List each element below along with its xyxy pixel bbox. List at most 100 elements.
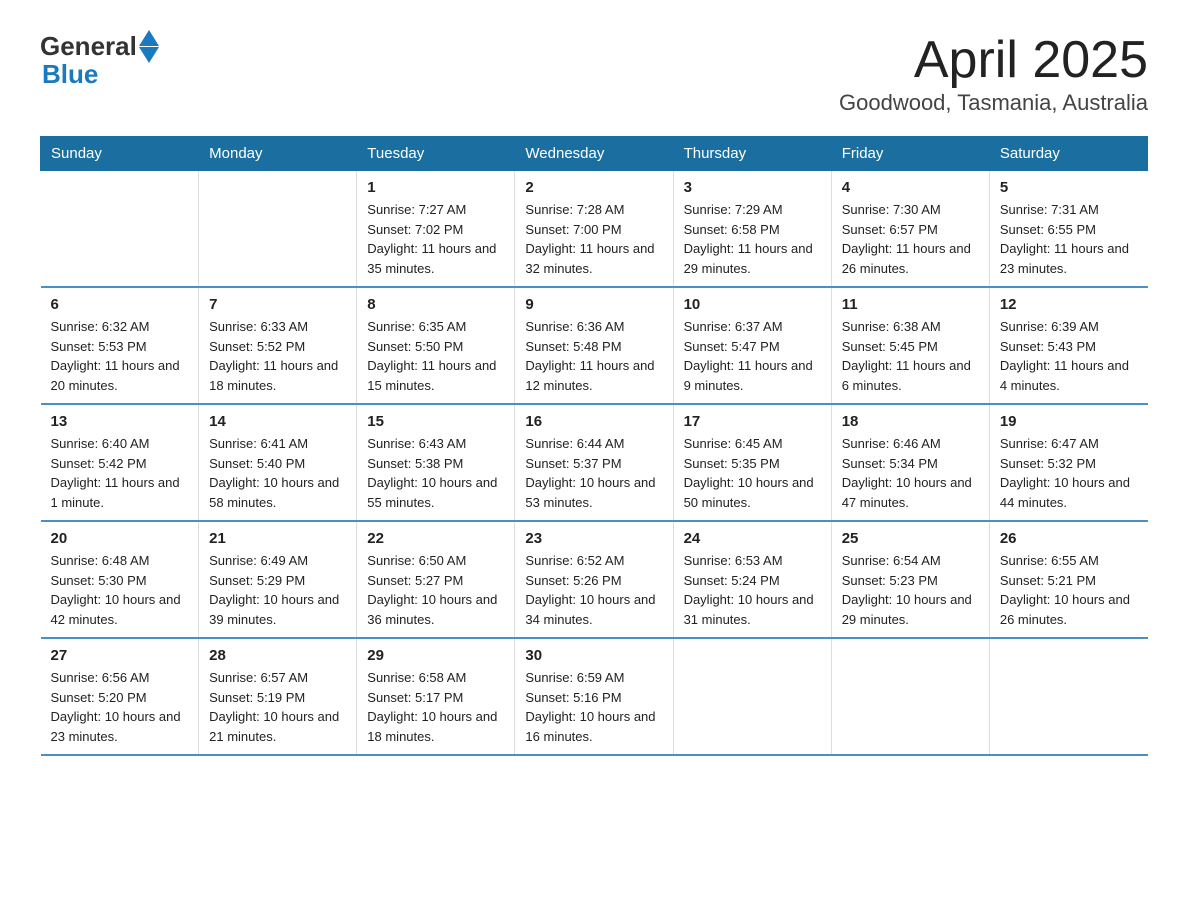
calendar-cell: 21Sunrise: 6:49 AMSunset: 5:29 PMDayligh… [199, 521, 357, 638]
day-number: 24 [684, 530, 821, 547]
calendar-cell [831, 638, 989, 755]
day-number: 18 [842, 413, 979, 430]
calendar-cell: 22 Sunrise: 6:50 AMSunset: 5:27 PMDayligh… [357, 521, 515, 638]
day-info: Sunrise: 6:39 AMSunset: 5:43 PMDaylight:… [1000, 317, 1138, 395]
calendar-cell: 24 Sunrise: 6:53 AMSunset: 5:24 PMDayligh… [673, 521, 831, 638]
day-number: 12 [1000, 296, 1138, 313]
day-info: Sunrise: 6:57 AMSunset: 5:19 PMDaylight:… [209, 668, 346, 746]
title-block: April 2025 Goodwood, Tasmania, Australia [839, 30, 1148, 116]
day-number: 22 [367, 530, 504, 547]
calendar-cell: 30Sunrise: 6:59 AMSunset: 5:16 PMDayligh… [515, 638, 673, 755]
weekday-header: Friday [831, 137, 989, 171]
calendar-cell: 4Sunrise: 7:30 AMSunset: 6:57 PMDaylight… [831, 171, 989, 288]
calendar-cell: 26 Sunrise: 6:55 AMSunset: 5:21 PMDayligh… [989, 521, 1147, 638]
day-info: Sunrise: 6:37 AMSunset: 5:47 PMDaylight:… [684, 317, 821, 395]
day-info: Sunrise: 6:41 AMSunset: 5:40 PMDaylight:… [209, 434, 346, 512]
calendar-cell: 3 Sunrise: 7:29 AMSunset: 6:58 PMDaylight… [673, 171, 831, 288]
day-number: 23 [525, 530, 662, 547]
day-info: Sunrise: 6:50 AMSunset: 5:27 PMDaylight:… [367, 551, 504, 629]
calendar-cell: 23 Sunrise: 6:52 AMSunset: 5:26 PMDayligh… [515, 521, 673, 638]
day-info: Sunrise: 6:56 AMSunset: 5:20 PMDaylight:… [51, 668, 189, 746]
calendar-cell: 12 Sunrise: 6:39 AMSunset: 5:43 PMDayligh… [989, 287, 1147, 404]
day-number: 10 [684, 296, 821, 313]
weekday-header: Tuesday [357, 137, 515, 171]
day-info: Sunrise: 6:43 AMSunset: 5:38 PMDaylight:… [367, 434, 504, 512]
calendar-cell [989, 638, 1147, 755]
calendar-cell: 6 Sunrise: 6:32 AMSunset: 5:53 PMDaylight… [41, 287, 199, 404]
calendar-table: SundayMondayTuesdayWednesdayThursdayFrid… [40, 136, 1148, 756]
calendar-week-row: 20 Sunrise: 6:48 AMSunset: 5:30 PMDayligh… [41, 521, 1148, 638]
day-info: Sunrise: 6:49 AMSunset: 5:29 PMDaylight:… [209, 551, 346, 629]
day-info: Sunrise: 6:47 AMSunset: 5:32 PMDaylight:… [1000, 434, 1138, 512]
day-info: Sunrise: 6:36 AMSunset: 5:48 PMDaylight:… [525, 317, 662, 395]
calendar-cell [673, 638, 831, 755]
day-number: 1 [367, 179, 504, 196]
day-info: Sunrise: 6:58 AMSunset: 5:17 PMDaylight:… [367, 668, 504, 746]
logo-general-text: General [40, 31, 137, 62]
day-info: Sunrise: 6:32 AMSunset: 5:53 PMDaylight:… [51, 317, 189, 395]
day-number: 7 [209, 296, 346, 313]
calendar-cell: 1 Sunrise: 7:27 AMSunset: 7:02 PMDaylight… [357, 171, 515, 288]
calendar-cell: 17 Sunrise: 6:45 AMSunset: 5:35 PMDayligh… [673, 404, 831, 521]
day-info: Sunrise: 6:35 AMSunset: 5:50 PMDaylight:… [367, 317, 504, 395]
day-info: Sunrise: 6:40 AMSunset: 5:42 PMDaylight:… [51, 434, 189, 512]
day-info: Sunrise: 6:45 AMSunset: 5:35 PMDaylight:… [684, 434, 821, 512]
day-info: Sunrise: 7:30 AMSunset: 6:57 PMDaylight:… [842, 200, 979, 278]
day-info: Sunrise: 6:48 AMSunset: 5:30 PMDaylight:… [51, 551, 189, 629]
calendar-cell: 9Sunrise: 6:36 AMSunset: 5:48 PMDaylight… [515, 287, 673, 404]
day-info: Sunrise: 6:46 AMSunset: 5:34 PMDaylight:… [842, 434, 979, 512]
day-info: Sunrise: 6:54 AMSunset: 5:23 PMDaylight:… [842, 551, 979, 629]
day-number: 28 [209, 647, 346, 664]
day-info: Sunrise: 6:53 AMSunset: 5:24 PMDaylight:… [684, 551, 821, 629]
day-number: 6 [51, 296, 189, 313]
calendar-header-row: SundayMondayTuesdayWednesdayThursdayFrid… [41, 137, 1148, 171]
calendar-week-row: 1 Sunrise: 7:27 AMSunset: 7:02 PMDaylight… [41, 171, 1148, 288]
calendar-cell [41, 171, 199, 288]
day-info: Sunrise: 7:28 AMSunset: 7:00 PMDaylight:… [525, 200, 662, 278]
logo-blue-text: Blue [42, 59, 98, 90]
calendar-cell: 20 Sunrise: 6:48 AMSunset: 5:30 PMDayligh… [41, 521, 199, 638]
calendar-cell: 15 Sunrise: 6:43 AMSunset: 5:38 PMDayligh… [357, 404, 515, 521]
weekday-header: Saturday [989, 137, 1147, 171]
day-number: 2 [525, 179, 662, 196]
calendar-cell: 27 Sunrise: 6:56 AMSunset: 5:20 PMDayligh… [41, 638, 199, 755]
day-number: 13 [51, 413, 189, 430]
calendar-cell: 28 Sunrise: 6:57 AMSunset: 5:19 PMDayligh… [199, 638, 357, 755]
weekday-header: Thursday [673, 137, 831, 171]
calendar-cell: 19 Sunrise: 6:47 AMSunset: 5:32 PMDayligh… [989, 404, 1147, 521]
weekday-header: Sunday [41, 137, 199, 171]
day-number: 20 [51, 530, 189, 547]
day-number: 17 [684, 413, 821, 430]
day-number: 3 [684, 179, 821, 196]
calendar-week-row: 13 Sunrise: 6:40 AMSunset: 5:42 PMDayligh… [41, 404, 1148, 521]
day-info: Sunrise: 6:55 AMSunset: 5:21 PMDaylight:… [1000, 551, 1138, 629]
calendar-cell: 16 Sunrise: 6:44 AMSunset: 5:37 PMDayligh… [515, 404, 673, 521]
day-number: 16 [525, 413, 662, 430]
day-info: Sunrise: 6:33 AMSunset: 5:52 PMDaylight:… [209, 317, 346, 395]
weekday-header: Monday [199, 137, 357, 171]
day-number: 5 [1000, 179, 1138, 196]
day-info: Sunrise: 7:31 AMSunset: 6:55 PMDaylight:… [1000, 200, 1138, 278]
day-number: 30 [525, 647, 662, 664]
day-info: Sunrise: 7:27 AMSunset: 7:02 PMDaylight:… [367, 200, 504, 278]
calendar-cell [199, 171, 357, 288]
calendar-week-row: 27 Sunrise: 6:56 AMSunset: 5:20 PMDayligh… [41, 638, 1148, 755]
calendar-cell: 10 Sunrise: 6:37 AMSunset: 5:47 PMDayligh… [673, 287, 831, 404]
calendar-cell: 11Sunrise: 6:38 AMSunset: 5:45 PMDayligh… [831, 287, 989, 404]
day-number: 19 [1000, 413, 1138, 430]
day-number: 27 [51, 647, 189, 664]
day-number: 11 [842, 296, 979, 313]
day-number: 26 [1000, 530, 1138, 547]
day-number: 29 [367, 647, 504, 664]
logo: General Blue [40, 30, 159, 90]
day-number: 15 [367, 413, 504, 430]
page-subtitle: Goodwood, Tasmania, Australia [839, 90, 1148, 116]
calendar-cell: 2 Sunrise: 7:28 AMSunset: 7:00 PMDaylight… [515, 171, 673, 288]
calendar-cell: 29 Sunrise: 6:58 AMSunset: 5:17 PMDayligh… [357, 638, 515, 755]
day-number: 14 [209, 413, 346, 430]
page-header: General Blue April 2025 Goodwood, Tasman… [40, 30, 1148, 116]
day-info: Sunrise: 7:29 AMSunset: 6:58 PMDaylight:… [684, 200, 821, 278]
weekday-header: Wednesday [515, 137, 673, 171]
day-info: Sunrise: 6:52 AMSunset: 5:26 PMDaylight:… [525, 551, 662, 629]
day-info: Sunrise: 6:44 AMSunset: 5:37 PMDaylight:… [525, 434, 662, 512]
